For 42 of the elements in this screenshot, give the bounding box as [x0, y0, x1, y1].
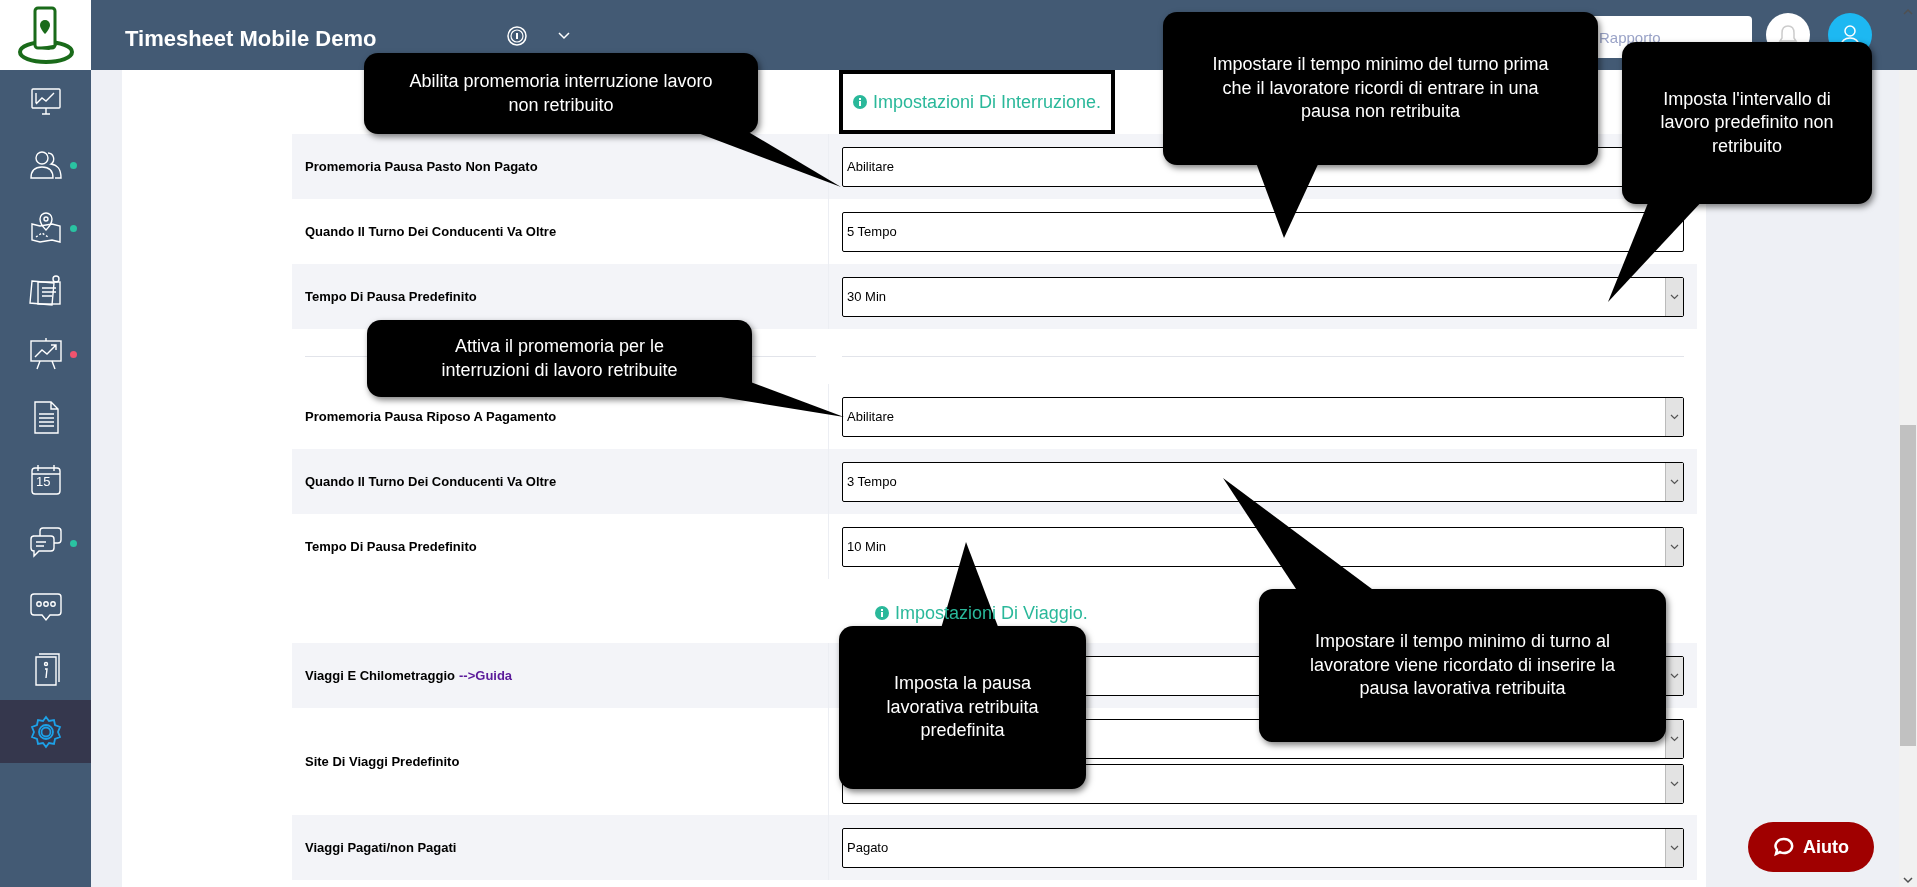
callout-tooltip: Imposta la pausa lavorativa retribuita predefinita: [839, 626, 1086, 789]
input-field[interactable]: 5 Tempo: [842, 211, 1684, 252]
guide-link[interactable]: -->Guida: [459, 665, 513, 686]
callout-tooltip: Impostare il tempo minimo del turno prima che il lavoratore ricordi di entrare in una pausa non retribuita: [1163, 12, 1598, 165]
section-heading: Impostazioni Di Interruzione.: [839, 70, 1116, 134]
field-label: Tempo Di Pausa Predefinito: [305, 287, 477, 306]
field-label: Viaggi Pagati/non Pagati: [305, 838, 457, 857]
scrollbar-thumb[interactable]: [1900, 425, 1916, 746]
app-title: Timesheet Mobile Demo: [125, 24, 377, 53]
field-label: Tempo Di Pausa Predefinito: [305, 537, 477, 556]
chevron-down-icon: [1670, 844, 1679, 851]
info-icon: [853, 95, 867, 109]
chevron-down-icon: [1670, 543, 1679, 550]
globe-icon[interactable]: [506, 25, 529, 47]
presentation-chart-icon: [27, 335, 64, 372]
chevron-down-icon: [1670, 293, 1679, 300]
sidebar-item[interactable]: 15: [0, 448, 91, 511]
chevron-down-icon[interactable]: [558, 32, 571, 40]
field-label: Quando Il Turno Dei Conducenti Va Oltre: [305, 222, 557, 241]
chevron-down-icon: [1670, 781, 1679, 787]
field-label: Viaggi E Chilometraggio: [305, 666, 455, 685]
field-label: Promemoria Pausa Riposo A Pagamento: [305, 407, 557, 426]
field-label: Site Di Viaggi Predefinito: [305, 752, 460, 771]
notes-icon: [27, 272, 64, 309]
chevron-down-icon: [1670, 478, 1679, 485]
info-icon: [875, 606, 889, 620]
calendar-day: 15: [36, 475, 51, 488]
chevron-down-icon: [1670, 672, 1679, 679]
chevron-down-icon: [1670, 736, 1679, 742]
chevron-down-icon: [1670, 413, 1679, 420]
select-field[interactable]: Pagato: [842, 827, 1684, 868]
help-button[interactable]: Aiuto: [1748, 822, 1874, 872]
select-field[interactable]: 3 Tempo: [842, 461, 1684, 502]
select-field[interactable]: Abilitare: [842, 396, 1684, 437]
sidebar-item[interactable]: [0, 700, 91, 763]
app-logo[interactable]: [0, 0, 91, 70]
select-field[interactable]: 30 Min: [842, 276, 1684, 317]
field-label: Promemoria Pausa Pasto Non Pagato: [305, 157, 538, 176]
chat-bubble-icon: [1773, 836, 1795, 858]
select-field[interactable]: 10 Min: [842, 526, 1684, 567]
scroll-down-icon[interactable]: [1903, 876, 1913, 884]
field-label: Quando Il Turno Dei Conducenti Va Oltre: [305, 472, 557, 491]
